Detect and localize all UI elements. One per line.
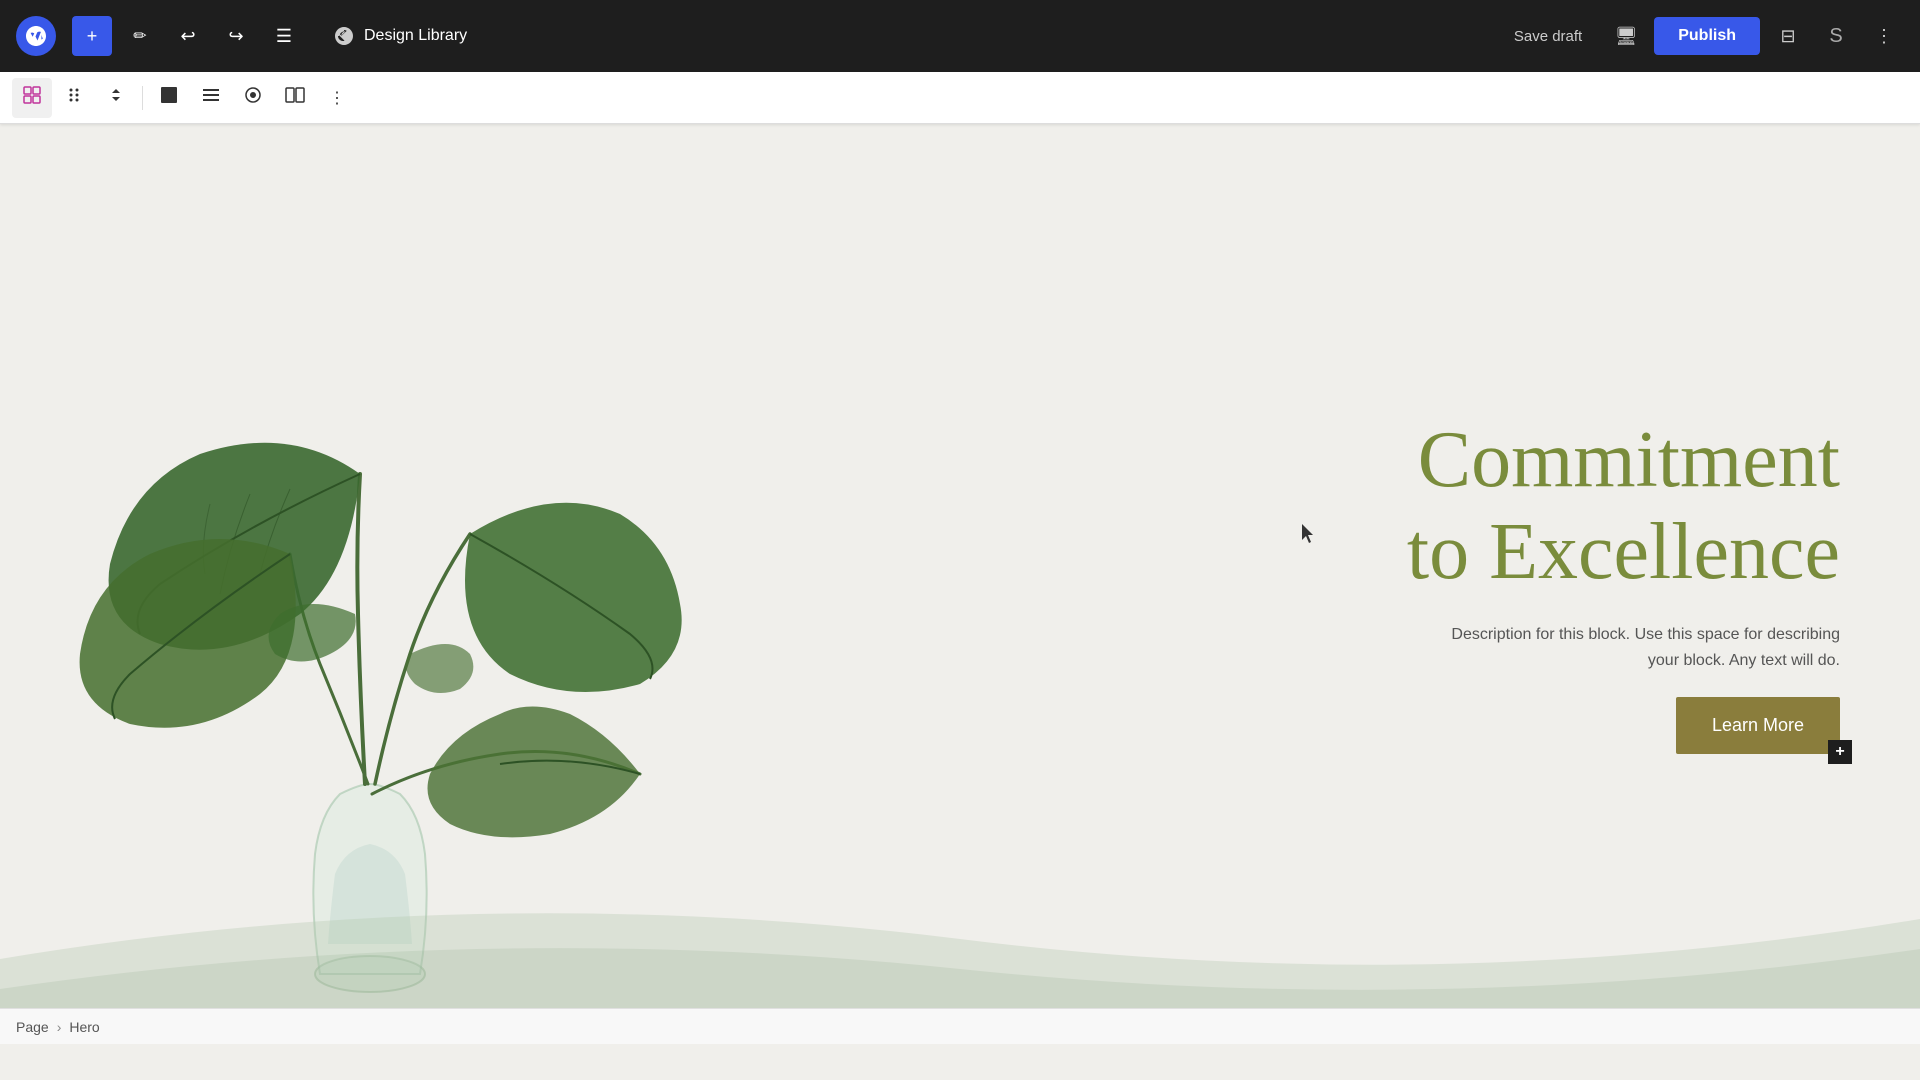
block-more-button[interactable]: ⋮ — [317, 78, 357, 118]
publish-label: Publish — [1678, 27, 1736, 44]
hero-title-line1: Commitment — [1418, 416, 1840, 504]
plant-image-area — [0, 124, 1056, 1044]
redo-icon: ↪ — [228, 26, 243, 47]
sidebar-toggle-button[interactable]: ⊟ — [1768, 16, 1808, 56]
toolbar-divider-1 — [142, 86, 143, 110]
more-vertical-icon: ⋮ — [329, 88, 345, 108]
block-move-button[interactable] — [96, 78, 136, 118]
pencil-icon: ✏ — [133, 26, 146, 46]
breadcrumb-separator: › — [57, 1019, 62, 1035]
block-style-button[interactable] — [149, 78, 189, 118]
block-toolbar: ⋮ — [0, 72, 1920, 124]
design-library-button[interactable]: Design Library — [320, 16, 479, 56]
breadcrumb-bar: Page › Hero — [0, 1008, 1920, 1044]
save-draft-label: Save draft — [1514, 28, 1582, 45]
square-icon — [159, 85, 179, 110]
plugin-icon: S — [1829, 25, 1842, 48]
wordpress-logo[interactable] — [16, 16, 56, 56]
sidebar-toggle-icon: ⊟ — [1780, 26, 1795, 47]
block-settings-button[interactable] — [233, 78, 273, 118]
block-drag-button[interactable] — [54, 78, 94, 118]
list-view-icon: ☰ — [276, 26, 292, 47]
plugin-button[interactable]: S — [1816, 16, 1856, 56]
block-align-button[interactable] — [191, 78, 231, 118]
align-icon — [201, 85, 221, 110]
plus-icon: + — [87, 26, 98, 47]
plant-illustration — [50, 294, 700, 1044]
block-grid-button[interactable] — [12, 78, 52, 118]
top-toolbar: + ✏ ↩ ↪ ☰ Design Library Save draft 🖥 Pu… — [0, 0, 1920, 72]
hero-title: Commitment to Excellence — [1407, 414, 1840, 598]
grid-icon — [22, 85, 42, 110]
design-library-label: Design Library — [364, 27, 467, 45]
ellipsis-vertical-icon: ⋮ — [1875, 26, 1893, 47]
edit-button[interactable]: ✏ — [120, 16, 160, 56]
publish-button[interactable]: Publish — [1654, 17, 1760, 55]
hero-section: Commitment to Excellence Description for… — [0, 124, 1920, 1044]
undo-icon: ↩ — [180, 26, 195, 47]
hero-description: Description for this block. Use this spa… — [1440, 622, 1840, 673]
undo-button[interactable]: ↩ — [168, 16, 208, 56]
save-draft-button[interactable]: Save draft — [1498, 20, 1598, 53]
hero-content-area: Commitment to Excellence Description for… — [1056, 414, 1920, 754]
hero-title-line2: to Excellence — [1407, 508, 1840, 596]
add-block-after-button[interactable]: + — [1828, 740, 1852, 764]
list-view-button[interactable]: ☰ — [264, 16, 304, 56]
plus-icon: + — [1835, 743, 1844, 761]
learn-more-button[interactable]: Learn More — [1676, 697, 1840, 754]
block-layout-button[interactable] — [275, 78, 315, 118]
columns-icon — [285, 85, 305, 110]
cta-wrapper: Learn More + — [1676, 697, 1840, 754]
preview-button[interactable]: 🖥 — [1606, 16, 1646, 56]
breadcrumb-section[interactable]: Hero — [69, 1019, 99, 1035]
redo-button[interactable]: ↪ — [216, 16, 256, 56]
more-options-button[interactable]: ⋮ — [1864, 16, 1904, 56]
settings-icon — [243, 85, 263, 110]
chevron-up-down-icon — [106, 85, 126, 110]
monitor-icon: 🖥 — [1615, 26, 1638, 47]
drag-icon — [64, 85, 84, 110]
add-block-button[interactable]: + — [72, 16, 112, 56]
breadcrumb-page[interactable]: Page — [16, 1019, 49, 1035]
main-canvas: Commitment to Excellence Description for… — [0, 124, 1920, 1044]
learn-more-label: Learn More — [1712, 715, 1804, 735]
design-library-logo — [332, 24, 356, 48]
